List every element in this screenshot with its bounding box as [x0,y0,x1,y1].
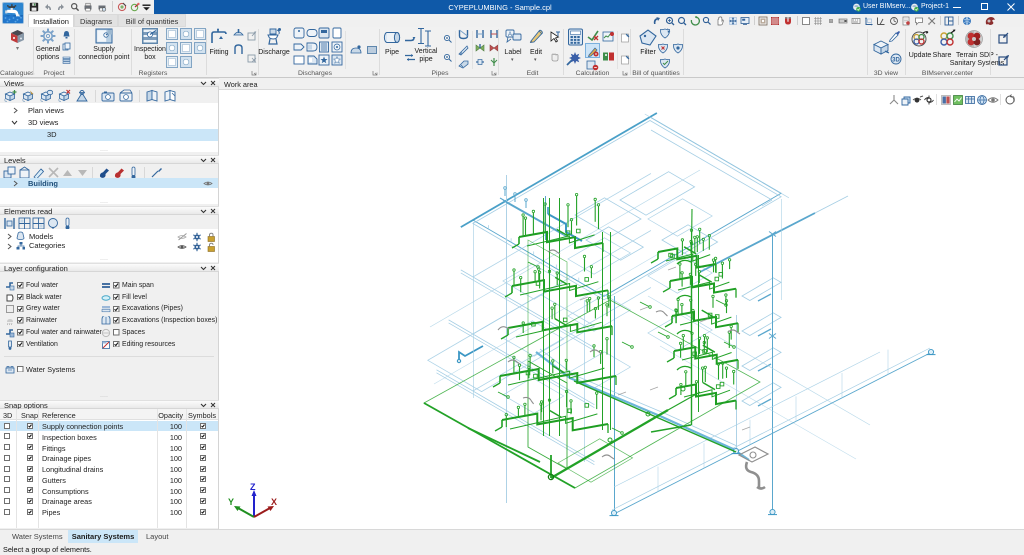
svg-text:Z: Z [250,482,256,492]
svg-text:3D: 3D [892,57,900,63]
svg-text:X: X [271,497,277,507]
svg-text:A: A [508,32,512,38]
svg-text:Y: Y [228,497,234,507]
